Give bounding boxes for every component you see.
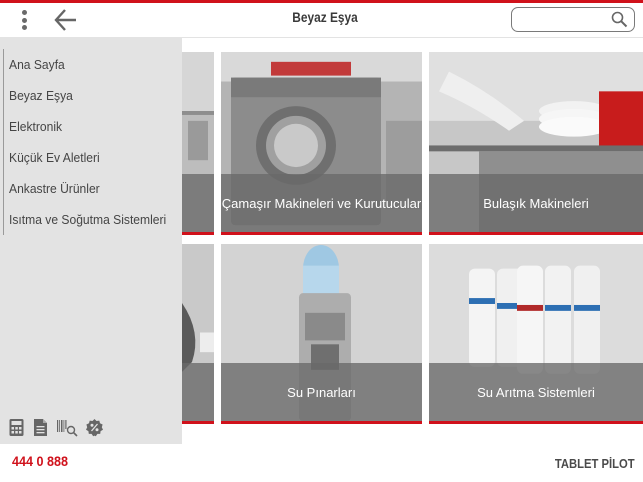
- vertical-dots-icon[interactable]: [14, 6, 34, 34]
- category-tile-water-purification[interactable]: Su Arıtma Sistemleri: [429, 244, 643, 424]
- sidebar-tools: [8, 418, 104, 437]
- search-box[interactable]: [511, 7, 635, 32]
- category-label: Su Arıtma Sistemleri: [477, 384, 595, 400]
- discount-icon[interactable]: [85, 418, 104, 437]
- search-icon[interactable]: [611, 11, 628, 28]
- category-label-band: Su Arıtma Sistemleri: [429, 363, 643, 421]
- sidebar-item-ankastre-urunler[interactable]: Ankastre Ürünler: [3, 173, 182, 204]
- category-tile-dishwashers[interactable]: Bulaşık Makineleri: [429, 52, 643, 235]
- category-label-band: Çamaşır Makineleri ve Kurutucular: [221, 174, 422, 232]
- app-header: Beyaz Eşya: [0, 3, 643, 38]
- category-tile-partial-top[interactable]: ular: [182, 52, 214, 235]
- category-label-band: ular: [182, 174, 214, 232]
- phone-number[interactable]: 444 0 888: [12, 453, 68, 469]
- category-label-band: [182, 363, 214, 421]
- sidebar-item-isitma-sogutma[interactable]: Isıtma ve Soğutma Sistemleri: [3, 204, 182, 235]
- category-tile-washing-machines[interactable]: Çamaşır Makineleri ve Kurutucular: [221, 52, 422, 235]
- category-label: Çamaşır Makineleri ve Kurutucular: [221, 195, 422, 211]
- sidebar-item-label: Ana Sayfa: [9, 57, 65, 72]
- brand-label: TABLET PİLOT: [555, 457, 635, 471]
- category-label-band: Su Pınarları: [221, 363, 422, 421]
- calculator-icon[interactable]: [8, 418, 25, 437]
- document-icon[interactable]: [32, 418, 49, 437]
- barcode-search-icon[interactable]: [56, 418, 78, 437]
- category-tile-partial-bottom[interactable]: [182, 244, 214, 424]
- search-input[interactable]: [518, 8, 614, 30]
- category-tile-water-dispensers[interactable]: Su Pınarları: [221, 244, 422, 424]
- sidebar-item-label: Beyaz Eşya: [9, 88, 73, 103]
- sidebar-item-label: Isıtma ve Soğutma Sistemleri: [9, 212, 167, 227]
- app-footer: 444 0 888 TABLET PİLOT: [0, 444, 643, 482]
- sidebar-item-beyaz-esya[interactable]: Beyaz Eşya: [3, 80, 182, 111]
- page-title: Beyaz Eşya: [292, 10, 358, 25]
- back-arrow-icon[interactable]: [52, 5, 80, 35]
- side-menu: Ana Sayfa Beyaz Eşya Elektronik Küçük Ev…: [0, 38, 182, 444]
- sidebar-item-elektronik[interactable]: Elektronik: [3, 111, 182, 142]
- sidebar-item-label: Elektronik: [9, 119, 63, 134]
- sidebar-item-label: Küçük Ev Aletleri: [9, 150, 100, 165]
- category-label-band: Bulaşık Makineleri: [429, 174, 643, 232]
- sidebar-item-label: Ankastre Ürünler: [9, 181, 100, 196]
- category-label: Bulaşık Makineleri: [483, 195, 589, 211]
- sidebar-item-kucuk-ev-aletleri[interactable]: Küçük Ev Aletleri: [3, 142, 182, 173]
- category-label: Su Pınarları: [287, 384, 356, 400]
- sidebar-item-ana-sayfa[interactable]: Ana Sayfa: [3, 49, 182, 80]
